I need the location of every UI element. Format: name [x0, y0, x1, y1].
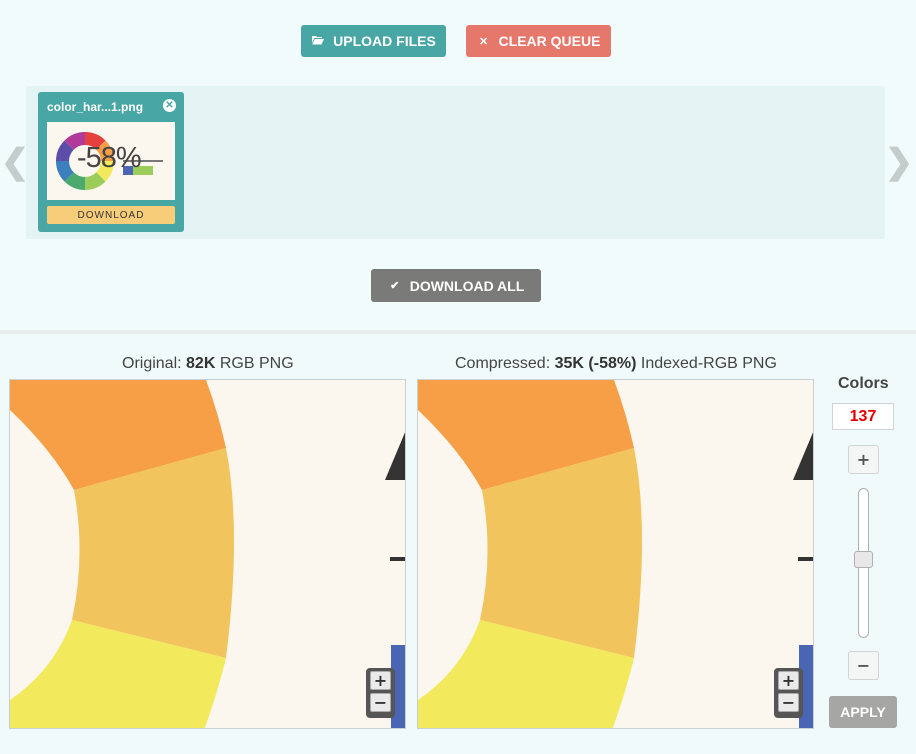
compressed-size: 35K (-58%)	[554, 355, 637, 372]
compressed-info: Compressed: 35K (-58%) Indexed-RGB PNG	[455, 355, 777, 373]
upload-files-label: UPLOAD FILES	[333, 33, 436, 49]
remove-file-icon[interactable]: ✕	[163, 99, 176, 112]
original-image-viewer[interactable]: + −	[9, 379, 406, 729]
file-name: color_har...1.png	[47, 100, 144, 114]
file-card: color_har...1.png ✕ -58% DOWNLOAD	[38, 92, 184, 232]
download-all-button[interactable]: ✔ DOWNLOAD ALL	[371, 269, 541, 302]
colors-slider-handle[interactable]	[854, 550, 873, 568]
file-thumbnail[interactable]: -58%	[47, 122, 175, 200]
file-download-button[interactable]: DOWNLOAD	[47, 206, 175, 224]
clear-queue-button[interactable]: ✕ CLEAR QUEUE	[466, 25, 611, 57]
original-zoom-controls: + −	[366, 668, 395, 718]
compressed-format: Indexed-RGB PNG	[640, 355, 777, 372]
next-arrow-icon[interactable]: ❯	[884, 140, 914, 184]
original-zoom-out-button[interactable]: −	[370, 693, 391, 712]
compressed-zoom-out-button[interactable]: −	[778, 693, 799, 712]
compressed-prefix: Compressed:	[455, 355, 551, 372]
original-zoomed-image	[10, 380, 405, 728]
apply-button[interactable]: APPLY	[829, 696, 897, 728]
original-info: Original: 82K RGB PNG	[122, 355, 294, 373]
upload-files-button[interactable]: UPLOAD FILES	[301, 25, 446, 57]
download-all-label: DOWNLOAD ALL	[409, 277, 525, 294]
original-size: 82K	[186, 355, 216, 372]
colors-decrement-button[interactable]: −	[848, 651, 879, 680]
section-divider	[0, 330, 916, 334]
compressed-image-viewer[interactable]: + −	[417, 379, 814, 729]
original-zoom-in-button[interactable]: +	[370, 671, 391, 690]
compressed-zoom-controls: + −	[774, 668, 803, 718]
clear-queue-label: CLEAR QUEUE	[498, 33, 601, 49]
prev-arrow-icon[interactable]: ❮	[0, 140, 30, 184]
colors-increment-button[interactable]: +	[848, 445, 879, 474]
colors-count-input[interactable]	[832, 403, 894, 430]
colors-title: Colors	[838, 375, 889, 392]
thumbnail-percent: -58%	[77, 142, 142, 174]
original-format: RGB PNG	[219, 355, 294, 372]
compressed-zoom-in-button[interactable]: +	[778, 671, 799, 690]
folder-open-icon	[311, 35, 325, 48]
close-icon: ✕	[478, 35, 489, 48]
compressed-zoomed-image	[418, 380, 813, 728]
checkmark-icon: ✔	[390, 280, 400, 292]
original-prefix: Original:	[122, 355, 182, 372]
